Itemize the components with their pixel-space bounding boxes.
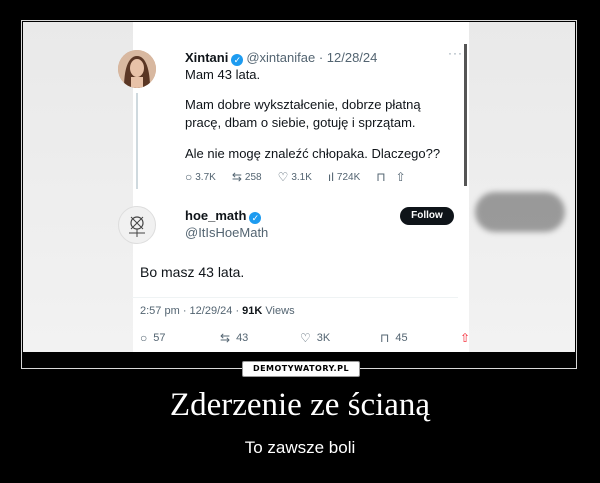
verified-badge-icon: ✓ <box>231 54 244 66</box>
share-button[interactable]: ⇧ <box>396 171 406 183</box>
poster-title: Zderzenie ze ścianą <box>169 387 431 423</box>
like-stat[interactable]: ♡ 3.1K <box>278 171 312 183</box>
tweet-header: Xintani ✓ @xintanifae · 12/28/24 <box>185 50 377 66</box>
reply-actions: ○ 57 ⇆ 43 ♡ 3K ⊓ 45 ⇧ <box>140 332 470 344</box>
author-handle[interactable]: @xintanifae <box>246 50 315 65</box>
blurred-background-right <box>465 22 575 352</box>
reply-reply-button[interactable]: ○ 57 <box>140 332 220 344</box>
reply-like-button[interactable]: ♡ 3K <box>300 332 380 344</box>
verified-badge-icon: ✓ <box>249 212 262 224</box>
screenshot-area <box>23 22 575 352</box>
tweet-text-line-2: Mam dobre wykształcenie, dobrze płatną <box>185 97 421 112</box>
reply-handle-row: @ItIsHoeMath <box>185 225 268 240</box>
repost-stat[interactable]: ⇆ 258 <box>232 171 262 183</box>
reply-count: 3.7K <box>195 171 216 183</box>
like-icon: ♡ <box>300 331 311 345</box>
avatar-xintani[interactable] <box>118 50 156 88</box>
divider <box>132 297 458 298</box>
tweet-text-line-1: Mam 43 lata. <box>185 67 261 82</box>
reply-header: hoe_math ✓ <box>185 208 264 224</box>
reply-views-label: Views <box>265 305 295 317</box>
tweet-stats: ○ 3.7K ⇆ 258 ♡ 3.1K ıl 724K ⊓ ⇧ <box>185 171 422 183</box>
meta-separator: · <box>182 305 190 317</box>
like-icon: ♡ <box>277 170 289 184</box>
reply-repost-button[interactable]: ⇆ 43 <box>220 332 300 344</box>
scrollbar[interactable] <box>464 44 467 186</box>
views-count: 724K <box>336 171 361 183</box>
separator-dot: · <box>315 50 327 65</box>
avatar-hoe-math[interactable] <box>118 206 156 244</box>
repost-count: 258 <box>244 171 262 183</box>
bookmark-button[interactable]: ⊓ <box>376 171 385 183</box>
more-icon[interactable]: ··· <box>448 46 463 60</box>
bookmark-icon: ⊓ <box>376 170 386 184</box>
repost-icon: ⇆ <box>231 170 242 184</box>
reply-icon: ○ <box>185 170 193 184</box>
reply-bookmark-button[interactable]: ⊓ 45 <box>380 332 460 344</box>
reply-text: Bo masz 43 lata. <box>140 264 245 280</box>
author-name[interactable]: Xintani <box>185 50 228 65</box>
tweet-date[interactable]: 12/28/24 <box>327 50 378 65</box>
reply-time[interactable]: 2:57 pm <box>140 305 180 317</box>
reply-repost-count: 43 <box>236 332 249 344</box>
reply-views-count: 91K <box>242 305 263 317</box>
reply-reply-count: 57 <box>153 332 166 344</box>
like-count: 3.1K <box>291 171 312 183</box>
share-icon: ⇧ <box>395 170 406 184</box>
share-icon: ⇧ <box>460 331 471 345</box>
poster-subtitle: To zawsze boli <box>244 438 356 457</box>
reply-meta: 2:57 pm · 12/29/24 · 91K Views <box>140 305 295 317</box>
reply-author-handle[interactable]: @ItIsHoeMath <box>185 225 268 240</box>
repost-icon: ⇆ <box>220 331 231 345</box>
watermark-logo: DEMOTYWATORY.PL <box>242 361 360 377</box>
reply-author-name[interactable]: hoe_math <box>185 208 246 223</box>
reply-like-count: 3K <box>316 332 331 344</box>
tweet-text-line-4: Ale nie mogę znaleźć chłopaka. Dlaczego?… <box>185 146 441 161</box>
blurred-button <box>475 192 565 232</box>
views-icon: ıl <box>327 170 334 184</box>
follow-button[interactable]: Follow <box>400 207 454 225</box>
bookmark-icon: ⊓ <box>380 331 390 345</box>
reply-icon: ○ <box>140 331 148 345</box>
blurred-background-left <box>23 22 133 352</box>
reply-bookmark-count: 45 <box>395 332 408 344</box>
thread-line <box>136 93 138 189</box>
views-stat[interactable]: ıl 724K <box>328 171 360 183</box>
reply-stat[interactable]: ○ 3.7K <box>185 171 216 183</box>
tweet-card <box>133 22 469 352</box>
tweet-text-line-3: pracę, dbam o siebie, gotuję i sprzątam. <box>185 115 416 130</box>
reply-share-button[interactable]: ⇧ <box>460 332 470 344</box>
reply-date[interactable]: 12/29/24 <box>190 305 233 317</box>
